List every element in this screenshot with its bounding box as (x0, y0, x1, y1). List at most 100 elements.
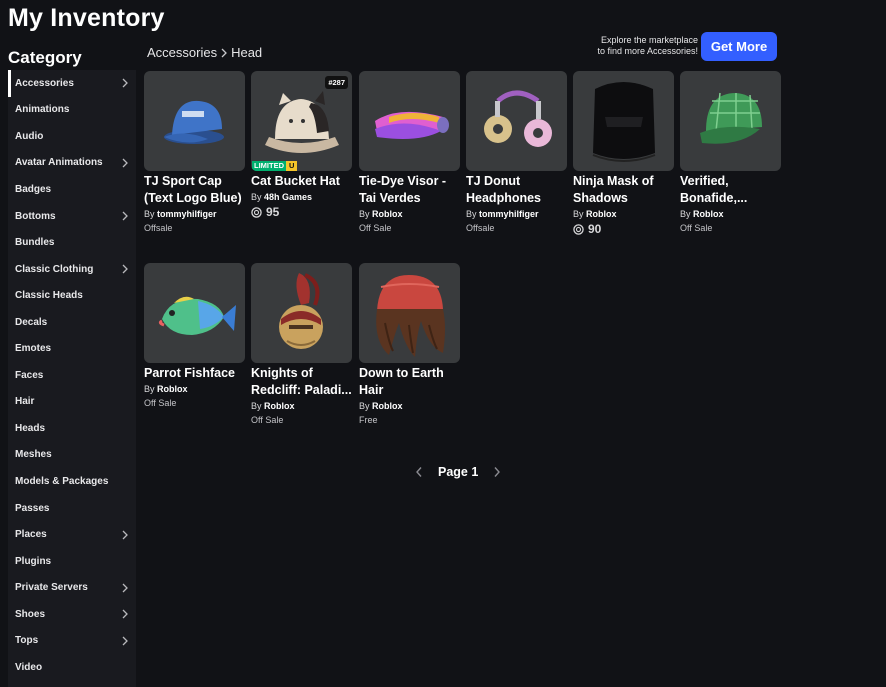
parrot-fish-thumbnail[interactable] (144, 263, 245, 363)
sidebar-item-faces[interactable]: Faces (8, 362, 136, 389)
sidebar-item-private-servers[interactable]: Private Servers (8, 574, 136, 601)
limited-unique-label: U (286, 161, 298, 171)
item-name[interactable]: TJ Sport Cap (Text Logo Blue) (144, 173, 245, 207)
sidebar-item-tops[interactable]: Tops (8, 627, 136, 654)
sidebar-item-hair[interactable]: Hair (8, 389, 136, 416)
item-card[interactable]: Ninja Mask of Shadows By Roblox 90 (573, 71, 674, 237)
sidebar-item-heads[interactable]: Heads (8, 415, 136, 442)
next-page-icon[interactable] (492, 466, 502, 478)
sidebar-item-label: Shoes (15, 608, 46, 620)
sidebar-item-label: Tops (15, 635, 39, 647)
creator-prefix: By (251, 401, 262, 411)
creator-link[interactable]: Roblox (693, 209, 724, 219)
sidebar-item-plugins[interactable]: Plugins (8, 548, 136, 575)
item-thumbnail-art (158, 296, 236, 335)
creator-link[interactable]: Roblox (372, 401, 403, 411)
sidebar-item-video[interactable]: Video (8, 654, 136, 681)
item-card[interactable]: Down to Earth Hair By Roblox Free (359, 263, 460, 426)
robux-icon (573, 224, 584, 235)
limited-label: LIMITED (252, 161, 286, 171)
sidebar-item-label: Bottoms (15, 210, 56, 222)
green-plaid-cap-thumbnail[interactable] (680, 71, 781, 171)
sidebar-item-bottoms[interactable]: Bottoms (8, 203, 136, 230)
sidebar-item-places[interactable]: Places (8, 521, 136, 548)
breadcrumb-parent-link[interactable]: Accessories (147, 45, 217, 60)
item-creator: By Roblox (359, 399, 460, 414)
item-creator: By tommyhilfiger (466, 207, 567, 222)
tie-dye-visor-thumbnail[interactable] (359, 71, 460, 171)
item-thumbnail-art (376, 275, 445, 357)
creator-link[interactable]: Roblox (586, 209, 617, 219)
sidebar-item-badges[interactable]: Badges (8, 176, 136, 203)
creator-prefix: By (251, 192, 262, 202)
sidebar-item-label: Classic Clothing (15, 263, 94, 275)
sidebar-item-avatar-animations[interactable]: Avatar Animations (8, 150, 136, 177)
sidebar-item-decals[interactable]: Decals (8, 309, 136, 336)
sidebar-item-emotes[interactable]: Emotes (8, 335, 136, 362)
previous-page-icon[interactable] (414, 466, 424, 478)
item-card[interactable]: TJ Sport Cap (Text Logo Blue) By tommyhil… (144, 71, 245, 234)
donut-headphones-thumbnail[interactable] (466, 71, 567, 171)
sidebar-item-meshes[interactable]: Meshes (8, 442, 136, 469)
explore-line-1: Explore the marketplace (600, 35, 698, 45)
item-name[interactable]: Tie-Dye Visor - Tai Verdes (359, 173, 460, 207)
robux-icon (251, 207, 262, 218)
creator-prefix: By (144, 209, 155, 219)
item-creator: By Roblox (359, 207, 460, 222)
sidebar-item-bundles[interactable]: Bundles (8, 229, 136, 256)
item-card[interactable]: Tie-Dye Visor - Tai Verdes By Roblox Off S… (359, 71, 460, 234)
knight-helmet-thumbnail[interactable] (251, 263, 352, 363)
item-card[interactable]: Parrot Fishface By Roblox Off Sale (144, 263, 245, 409)
sidebar-item-label: Decals (15, 316, 48, 328)
hair-beanie-thumbnail[interactable] (359, 263, 460, 363)
item-name[interactable]: Parrot Fishface (144, 365, 245, 382)
sidebar-item-label: Meshes (15, 449, 52, 461)
sidebar-item-classic-heads[interactable]: Classic Heads (8, 282, 136, 309)
item-name[interactable]: Verified, Bonafide,... (680, 173, 781, 207)
sidebar-item-label: Classic Heads (15, 290, 83, 302)
item-creator: By 48h Games (251, 190, 352, 205)
sidebar-item-audio[interactable]: Audio (8, 123, 136, 150)
sidebar-item-label: Places (15, 529, 47, 541)
sidebar-item-models-packages[interactable]: Models & Packages (8, 468, 136, 495)
serial-number-badge: #287 (325, 76, 348, 89)
blue-cap-thumbnail[interactable] (144, 71, 245, 171)
creator-link[interactable]: 48h Games (264, 192, 312, 202)
chevron-right-icon (122, 78, 128, 88)
item-name[interactable]: Cat Bucket Hat (251, 173, 352, 190)
limited-badge: LIMITED U (252, 161, 298, 171)
item-card[interactable]: Verified, Bonafide,... By Roblox Off Sale (680, 71, 781, 234)
sidebar-item-passes[interactable]: Passes (8, 495, 136, 522)
creator-link[interactable]: Roblox (157, 384, 188, 394)
item-card[interactable]: Knights of Redcliff: Paladi... By Roblox O… (251, 263, 352, 426)
item-name[interactable]: Ninja Mask of Shadows (573, 173, 674, 207)
item-price: 90 (573, 222, 674, 237)
creator-link[interactable]: tommyhilfiger (157, 209, 217, 219)
item-thumbnail-art (700, 92, 762, 144)
item-status: Off Sale (251, 415, 284, 425)
sidebar-item-classic-clothing[interactable]: Classic Clothing (8, 256, 136, 283)
sidebar-item-shoes[interactable]: Shoes (8, 601, 136, 628)
cat-bucket-hat-thumbnail[interactable]: #287 LIMITED U (251, 71, 352, 171)
sidebar-item-label: Faces (15, 369, 44, 381)
creator-link[interactable]: Roblox (372, 209, 403, 219)
sidebar-item-label: Avatar Animations (15, 157, 103, 169)
item-card[interactable]: TJ Donut Headphones By tommyhilfiger Offsa… (466, 71, 567, 234)
item-name[interactable]: TJ Donut Headphones (466, 173, 567, 207)
item-thumbnail-art (484, 90, 552, 147)
creator-link[interactable]: tommyhilfiger (479, 209, 539, 219)
item-card[interactable]: #287 LIMITED U Cat Bucket Hat By 48h Games 95 (251, 71, 352, 220)
sidebar-item-accessories[interactable]: Accessories (8, 70, 136, 97)
item-status: Offsale (466, 223, 495, 233)
sidebar-item-animations[interactable]: Animations (8, 97, 136, 124)
creator-link[interactable]: Roblox (264, 401, 295, 411)
sidebar-item-label: Passes (15, 502, 50, 514)
price-value: 95 (266, 205, 280, 219)
creator-prefix: By (466, 209, 477, 219)
ninja-mask-thumbnail[interactable] (573, 71, 674, 171)
item-name[interactable]: Down to Earth Hair (359, 365, 460, 399)
item-name[interactable]: Knights of Redcliff: Paladi... (251, 365, 352, 399)
get-more-button[interactable]: Get More (701, 32, 777, 61)
sidebar-item-label: Hair (15, 396, 35, 408)
item-thumbnail-art (279, 273, 323, 349)
